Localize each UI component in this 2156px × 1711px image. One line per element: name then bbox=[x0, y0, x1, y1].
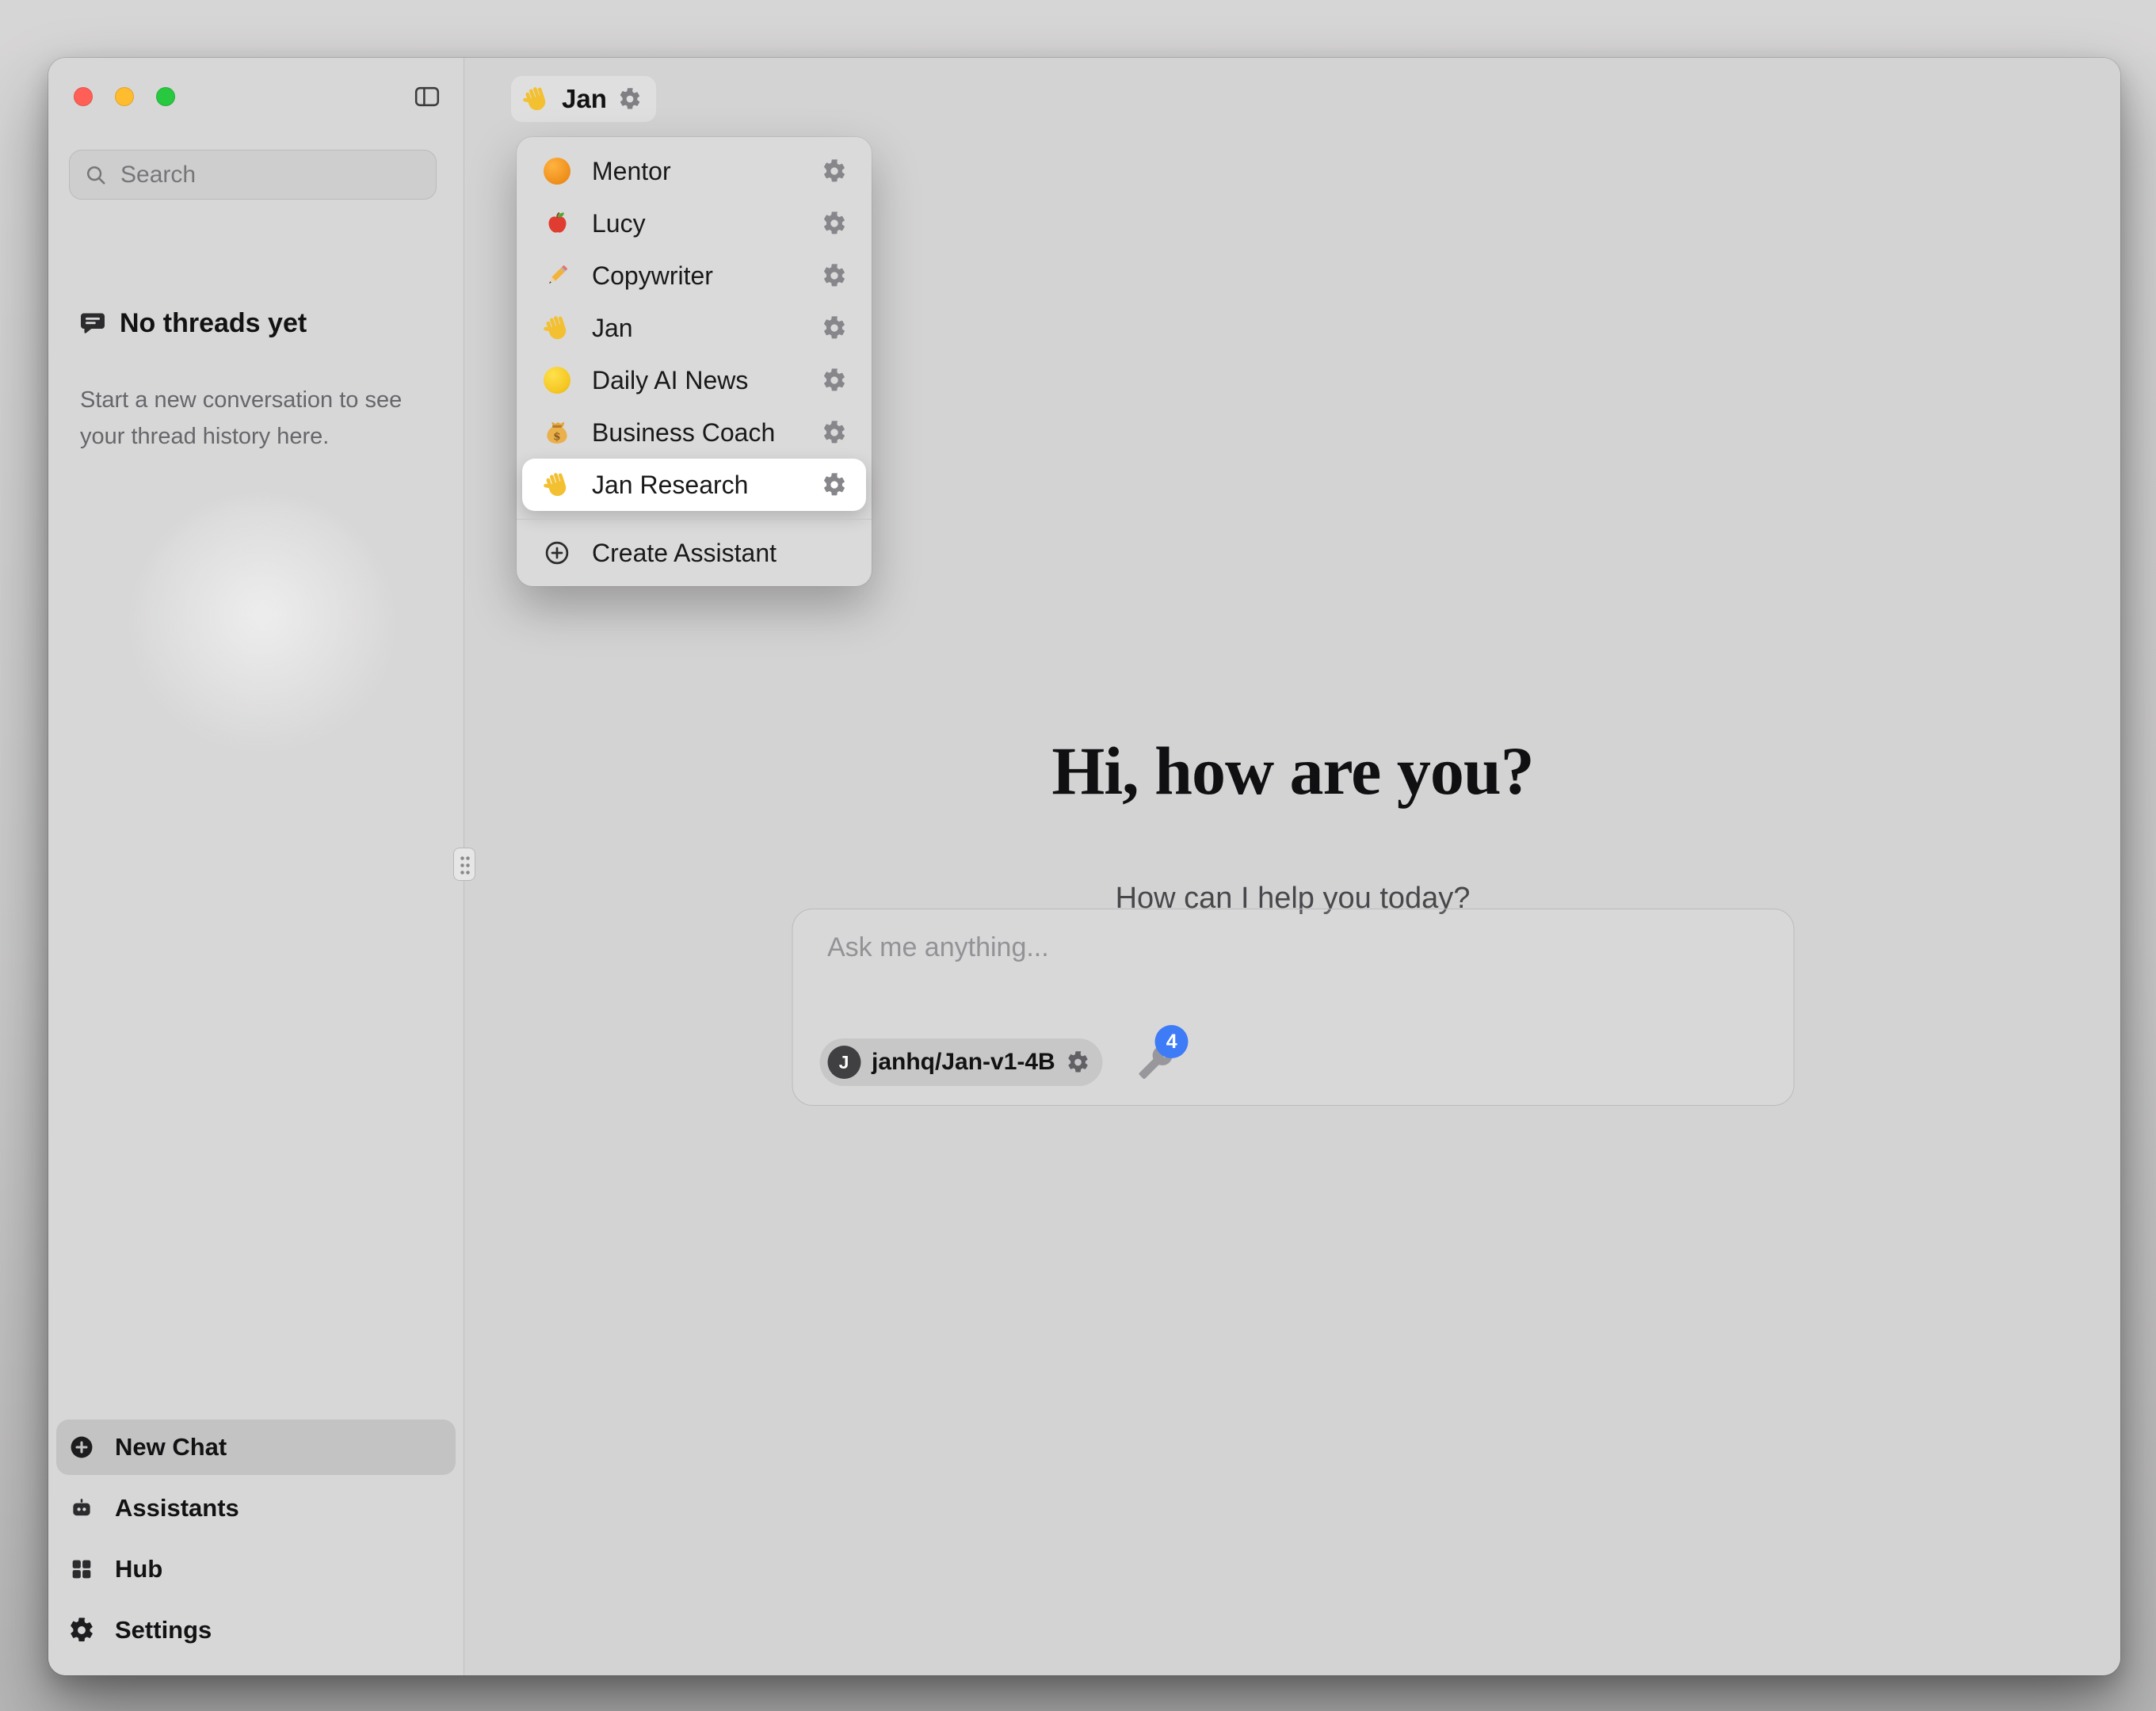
money-bag-icon bbox=[541, 417, 573, 448]
model-selector[interactable]: J janhq/Jan-v1-4B bbox=[819, 1038, 1103, 1086]
chat-input[interactable] bbox=[826, 932, 1760, 964]
menu-item-mentor[interactable]: Mentor bbox=[522, 145, 866, 197]
menu-item-label: Mentor bbox=[592, 157, 803, 186]
assistant-settings-gear-icon[interactable] bbox=[822, 158, 847, 184]
sidebar-item-hub[interactable]: Hub bbox=[56, 1541, 456, 1597]
search-icon bbox=[84, 163, 108, 187]
menu-item-label: Daily AI News bbox=[592, 366, 803, 395]
sidebar-toggle-button[interactable] bbox=[410, 82, 445, 113]
search-field[interactable] bbox=[69, 150, 437, 200]
model-name: janhq/Jan-v1-4B bbox=[872, 1049, 1055, 1076]
menu-item-lucy[interactable]: Lucy bbox=[522, 197, 866, 250]
assistant-settings-gear-icon[interactable] bbox=[822, 420, 847, 445]
assistant-selector-label: Jan bbox=[562, 84, 607, 114]
sidebar-panel-icon bbox=[411, 82, 443, 111]
empty-state-title: No threads yet bbox=[120, 308, 307, 339]
orange-circle-icon bbox=[541, 155, 573, 187]
menu-item-label: Business Coach bbox=[592, 418, 803, 448]
wave-icon bbox=[522, 85, 551, 113]
app-window: No threads yet Start a new conversation … bbox=[48, 58, 2120, 1675]
nav-item-label: Settings bbox=[115, 1616, 212, 1644]
main-area: Jan Mentor Lucy Copywriter Jan bbox=[465, 58, 2120, 1675]
menu-item-label: Jan Research bbox=[592, 471, 803, 500]
search-input[interactable] bbox=[119, 161, 422, 189]
menu-item-business-coach[interactable]: Business Coach bbox=[522, 406, 866, 459]
wave-icon bbox=[541, 469, 573, 501]
yellow-circle-icon bbox=[541, 364, 573, 396]
composer-card: J janhq/Jan-v1-4B 4 bbox=[792, 909, 1794, 1106]
assistant-settings-gear-icon[interactable] bbox=[822, 472, 847, 497]
menu-item-label: Copywriter bbox=[592, 261, 803, 291]
greeting-title: Hi, how are you? bbox=[465, 731, 2120, 810]
nav-item-label: New Chat bbox=[115, 1433, 227, 1461]
create-assistant-button[interactable]: Create Assistant bbox=[522, 528, 866, 578]
empty-state-header: No threads yet bbox=[78, 308, 307, 339]
assistant-selector[interactable]: Jan bbox=[511, 76, 656, 122]
nav-item-label: Hub bbox=[115, 1555, 162, 1583]
pencil-icon bbox=[541, 260, 573, 292]
assistant-settings-gear-icon[interactable] bbox=[822, 315, 847, 341]
sidebar: No threads yet Start a new conversation … bbox=[48, 58, 464, 1675]
gear-icon bbox=[67, 1616, 96, 1644]
menu-item-copywriter[interactable]: Copywriter bbox=[522, 250, 866, 302]
menu-item-jan[interactable]: Jan bbox=[522, 302, 866, 354]
sidebar-resize-handle[interactable] bbox=[453, 848, 475, 881]
assistant-settings-gear-icon[interactable] bbox=[822, 368, 847, 393]
sidebar-nav: New Chat Assistants Hub Settings bbox=[56, 1419, 456, 1658]
menu-item-jan-research[interactable]: Jan Research bbox=[522, 459, 866, 511]
grid-icon bbox=[67, 1555, 96, 1583]
sidebar-item-assistants[interactable]: Assistants bbox=[56, 1480, 456, 1536]
create-assistant-label: Create Assistant bbox=[592, 539, 777, 568]
close-window-button[interactable] bbox=[74, 87, 93, 106]
apple-icon bbox=[541, 208, 573, 239]
model-settings-gear-icon[interactable] bbox=[1067, 1050, 1090, 1074]
empty-state-description: Start a new conversation to see your thr… bbox=[80, 382, 438, 455]
sidebar-item-new-chat[interactable]: New Chat bbox=[56, 1419, 456, 1475]
menu-item-label: Lucy bbox=[592, 209, 803, 238]
assistant-header-gear-icon[interactable] bbox=[618, 87, 642, 111]
nav-item-label: Assistants bbox=[115, 1494, 239, 1522]
menu-separator bbox=[517, 519, 872, 520]
wave-icon bbox=[541, 312, 573, 344]
sidebar-item-settings[interactable]: Settings bbox=[56, 1602, 456, 1658]
assistant-icon bbox=[67, 1494, 96, 1522]
plus-circle-icon bbox=[67, 1433, 96, 1461]
menu-item-label: Jan bbox=[592, 314, 803, 343]
sidebar-blur-decoration bbox=[132, 497, 393, 759]
assistant-settings-gear-icon[interactable] bbox=[822, 211, 847, 236]
chat-bubble-icon bbox=[78, 310, 107, 338]
plus-circle-icon bbox=[541, 537, 573, 569]
model-avatar: J bbox=[827, 1046, 860, 1079]
tools-button[interactable]: 4 bbox=[1138, 1044, 1174, 1080]
zoom-window-button[interactable] bbox=[156, 87, 175, 106]
assistant-dropdown-menu: Mentor Lucy Copywriter Jan Daily AI News bbox=[517, 137, 872, 586]
window-controls bbox=[74, 87, 175, 106]
tools-count-badge: 4 bbox=[1155, 1025, 1189, 1058]
minimize-window-button[interactable] bbox=[115, 87, 134, 106]
menu-item-daily-ai-news[interactable]: Daily AI News bbox=[522, 354, 866, 406]
assistant-settings-gear-icon[interactable] bbox=[822, 263, 847, 288]
composer-toolbar: J janhq/Jan-v1-4B 4 bbox=[819, 1038, 1174, 1086]
